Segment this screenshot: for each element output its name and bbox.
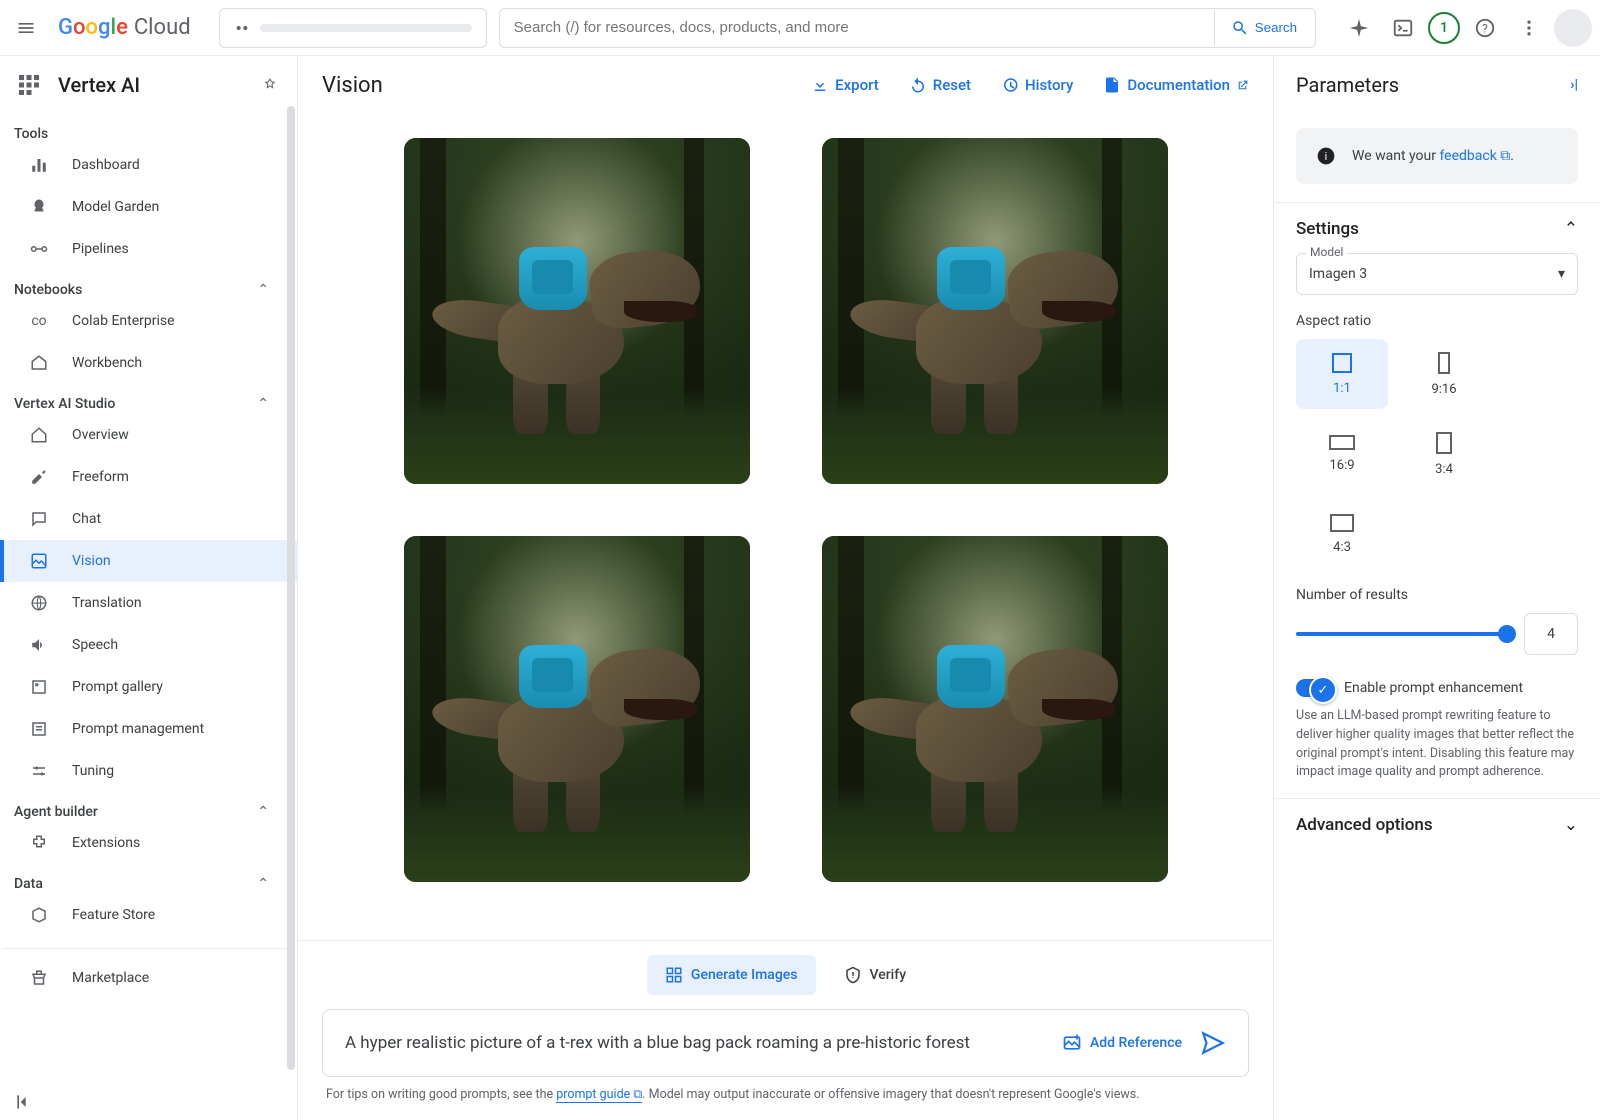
nav-prompt-gallery[interactable]: Prompt gallery — [0, 666, 297, 708]
settings-header[interactable]: Settings⌃ — [1296, 219, 1578, 239]
enhance-help: Use an LLM-based prompt rewriting featur… — [1296, 707, 1578, 782]
nav-tuning[interactable]: Tuning — [0, 750, 297, 792]
generated-image-2[interactable] — [822, 138, 1168, 484]
cloud-shell-icon[interactable] — [1384, 9, 1422, 47]
google-cloud-logo[interactable]: Google Cloud — [58, 15, 191, 40]
tab-verify[interactable]: Verify — [826, 955, 925, 995]
content-header: Vision Export Reset History Documentatio… — [298, 56, 1273, 114]
results-label: Number of results — [1296, 587, 1578, 603]
generated-image-3[interactable] — [404, 536, 750, 882]
generated-image-1[interactable] — [404, 138, 750, 484]
docs-button[interactable]: Documentation — [1103, 76, 1249, 94]
enhance-label: Enable prompt enhancement — [1344, 680, 1523, 696]
collapse-panel-icon[interactable]: ›| — [1570, 77, 1578, 93]
section-data[interactable]: Data⌃ — [0, 864, 297, 894]
section-notebooks[interactable]: Notebooks⌃ — [0, 270, 297, 300]
add-reference-button[interactable]: Add Reference — [1062, 1033, 1182, 1053]
account-avatar[interactable] — [1554, 9, 1592, 47]
vertex-ai-icon — [14, 70, 44, 100]
ratio-1-1[interactable]: 1:1 — [1296, 339, 1388, 409]
results-value[interactable]: 4 — [1524, 613, 1578, 655]
section-agent[interactable]: Agent builder⌃ — [0, 792, 297, 822]
export-button[interactable]: Export — [811, 76, 879, 94]
nav-pipelines[interactable]: Pipelines — [0, 228, 297, 270]
history-button[interactable]: History — [1001, 76, 1073, 94]
feedback-link[interactable]: feedback ⧉ — [1439, 148, 1510, 164]
nav-dashboard[interactable]: Dashboard — [0, 144, 297, 186]
search-input[interactable] — [500, 9, 1212, 47]
nav-speech[interactable]: Speech — [0, 624, 297, 666]
more-icon[interactable] — [1510, 9, 1548, 47]
nav-vision[interactable]: Vision — [0, 540, 297, 582]
parameters-panel: Parameters ›| i We want your feedback ⧉.… — [1274, 56, 1600, 1120]
tab-generate[interactable]: Generate Images — [647, 955, 816, 995]
trial-badge[interactable]: 1 — [1428, 12, 1460, 44]
feedback-banner: i We want your feedback ⧉. — [1296, 128, 1578, 184]
nav-overview[interactable]: Overview — [0, 414, 297, 456]
footer-text: For tips on writing good prompts, see th… — [322, 1077, 1249, 1112]
ratio-4-3[interactable]: 4:3 — [1296, 499, 1388, 569]
nav-extensions[interactable]: Extensions — [0, 822, 297, 864]
collapse-sidebar-icon[interactable] — [14, 1092, 34, 1112]
search-box: Search — [499, 8, 1316, 48]
hamburger-menu-icon[interactable] — [8, 10, 44, 46]
panel-title: Parameters — [1296, 73, 1399, 97]
ratio-9-16[interactable]: 9:16 — [1398, 339, 1490, 409]
project-selector[interactable] — [219, 8, 487, 48]
info-icon: i — [1316, 146, 1336, 166]
nav-chat[interactable]: Chat — [0, 498, 297, 540]
section-tools: Tools — [0, 114, 297, 144]
nav-colab[interactable]: coColab Enterprise — [0, 300, 297, 342]
sidebar: Vertex AI Tools Dashboard Model Garden P… — [0, 56, 298, 1120]
svg-text:i: i — [1325, 150, 1328, 163]
nav-featurestore[interactable]: Feature Store — [0, 894, 297, 936]
nav-freeform[interactable]: Freeform — [0, 456, 297, 498]
aspect-label: Aspect ratio — [1296, 313, 1578, 329]
product-title: Vertex AI — [58, 73, 247, 97]
nav-marketplace[interactable]: Marketplace — [0, 948, 297, 998]
svg-text:?: ? — [1482, 21, 1488, 35]
help-icon[interactable]: ? — [1466, 9, 1504, 47]
section-studio[interactable]: Vertex AI Studio⌃ — [0, 384, 297, 414]
nav-prompt-mgmt[interactable]: Prompt management — [0, 708, 297, 750]
advanced-header[interactable]: Advanced options⌄ — [1296, 815, 1578, 835]
search-button[interactable]: Search — [1214, 10, 1313, 46]
top-bar: Google Cloud Search 1 ? — [0, 0, 1600, 56]
ratio-16-9[interactable]: 16:9 — [1296, 419, 1388, 489]
generated-image-4[interactable] — [822, 536, 1168, 882]
prompt-box: Add Reference — [322, 1009, 1249, 1077]
page-title: Vision — [322, 73, 781, 98]
ratio-3-4[interactable]: 3:4 — [1398, 419, 1490, 489]
nav-translation[interactable]: Translation — [0, 582, 297, 624]
enhance-toggle[interactable] — [1296, 679, 1334, 697]
reset-button[interactable]: Reset — [909, 76, 971, 94]
results-slider[interactable] — [1296, 632, 1508, 636]
nav-model-garden[interactable]: Model Garden — [0, 186, 297, 228]
gemini-icon[interactable] — [1340, 9, 1378, 47]
nav-workbench[interactable]: Workbench — [0, 342, 297, 384]
model-select[interactable]: Imagen 3▾ — [1296, 253, 1578, 295]
prompt-guide-link[interactable]: prompt guide ⧉ — [556, 1087, 642, 1103]
pin-icon[interactable] — [261, 76, 279, 94]
send-button[interactable] — [1200, 1030, 1226, 1056]
generated-images-grid — [298, 114, 1273, 940]
prompt-input[interactable] — [345, 1033, 1044, 1053]
